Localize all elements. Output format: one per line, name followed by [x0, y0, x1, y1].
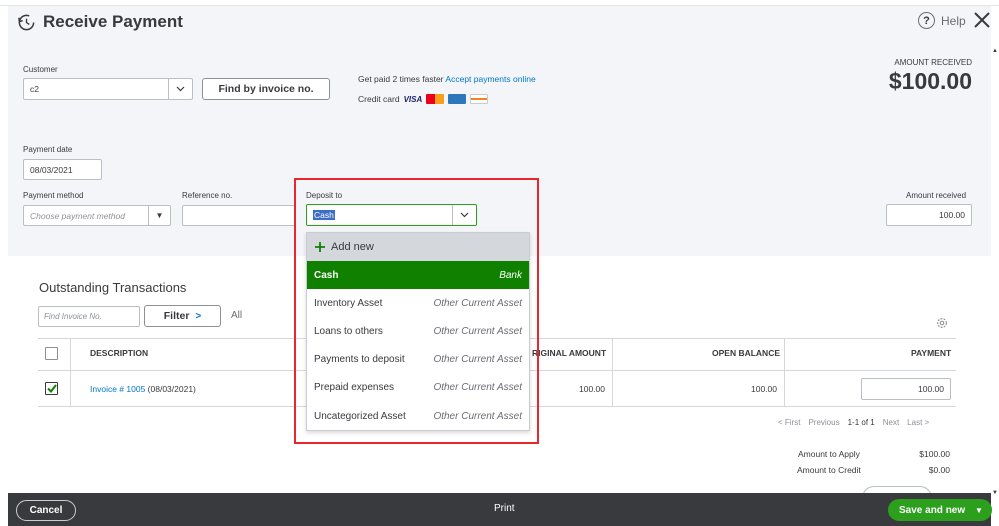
column-header-payment[interactable]: PAYMENT — [911, 348, 951, 358]
save-and-new-button[interactable]: Save and new ▼ — [888, 499, 992, 521]
account-type: Other Current Asset — [433, 297, 522, 309]
find-invoice-input[interactable]: Find Invoice No. — [38, 306, 140, 327]
invoice-date: (08/03/2021) — [147, 384, 196, 394]
account-list: Cash Bank Inventory Asset Other Current Ass… — [307, 261, 529, 430]
history-icon[interactable] — [17, 13, 36, 32]
gear-icon[interactable] — [935, 316, 949, 330]
account-name: Prepaid expenses — [314, 382, 395, 394]
account-type: Other Current Asset — [433, 354, 522, 366]
account-option[interactable]: Inventory Asset Other Current Asset — [307, 289, 529, 317]
table-row-open-balance: 100.00 — [751, 384, 777, 394]
column-divider — [70, 338, 71, 406]
customer-select[interactable]: c2 — [23, 78, 193, 100]
amount-to-apply-value: $100.00 — [919, 449, 950, 459]
account-name: Cash — [314, 269, 339, 281]
chevron-down-icon[interactable] — [168, 79, 192, 99]
pager-first[interactable]: < First — [778, 418, 800, 427]
payment-input[interactable]: 100.00 — [861, 378, 951, 400]
payment-method-select[interactable]: Choose payment method ▼ — [23, 205, 171, 226]
account-name: Inventory Asset — [314, 297, 383, 309]
amount-to-credit-label: Amount to Credit — [797, 465, 861, 475]
select-all-checkbox[interactable] — [45, 347, 58, 360]
account-type: Bank — [499, 269, 522, 281]
help-icon: ? — [918, 12, 935, 29]
reference-input[interactable] — [182, 205, 296, 226]
payment-method-label: Payment method — [23, 191, 84, 200]
credit-card-label: Credit card — [358, 94, 400, 104]
customer-label: Customer — [23, 65, 58, 74]
page-header: Receive Payment — [17, 12, 183, 32]
cancel-button[interactable]: Cancel — [16, 500, 76, 521]
account-name: Loans to others — [314, 325, 383, 337]
help-label: Help — [941, 13, 966, 28]
amount-received-label: Amount received — [906, 191, 967, 200]
pager-next[interactable]: Next — [883, 418, 899, 427]
column-header-description[interactable]: DESCRIPTION — [90, 348, 148, 358]
mastercard-icon — [426, 94, 445, 104]
outstanding-title: Outstanding Transactions — [39, 280, 187, 295]
payment-date-label: Payment date — [23, 145, 73, 154]
amount-received-input[interactable]: 100.00 — [886, 204, 972, 226]
page-title: Receive Payment — [43, 12, 183, 31]
amount-received-header-label: AMOUNT RECEIVED — [894, 58, 972, 67]
pager-range: 1-1 of 1 — [847, 418, 875, 427]
column-header-original-amount[interactable]: RIGINAL AMOUNT — [532, 348, 606, 358]
caret-down-icon[interactable]: ▼ — [148, 206, 170, 225]
getpaid-promo: Get paid 2 times faster Accept payments … — [358, 74, 536, 84]
getpaid-text: Get paid 2 times faster — [358, 74, 444, 84]
help-link[interactable]: ? Help — [918, 12, 966, 29]
scrollbar[interactable]: ▲ ▼ — [991, 48, 999, 496]
amount-to-credit-value: $0.00 — [928, 465, 950, 475]
account-type: Other Current Asset — [433, 382, 522, 394]
deposit-to-dropdown: Add new Cash Bank Inventory Asset Other Cur… — [306, 232, 530, 431]
invoice-link[interactable]: Invoice # 1005 — [90, 384, 145, 394]
account-name: Uncategorized Asset — [314, 410, 406, 422]
account-type: Other Current Asset — [433, 325, 522, 337]
reference-label: Reference no. — [182, 191, 233, 200]
plus-icon — [315, 242, 325, 252]
table-row-original-amount: 100.00 — [579, 384, 605, 394]
credit-card-row: Credit card VISA — [358, 94, 489, 104]
column-divider — [612, 338, 613, 406]
discover-icon — [470, 94, 489, 104]
print-button[interactable]: Print — [494, 503, 515, 514]
pager-previous[interactable]: Previous — [808, 418, 839, 427]
caret-down-icon[interactable]: ▼ — [971, 506, 983, 515]
pager: < First Previous 1-1 of 1 Next Last > — [778, 418, 929, 427]
account-option[interactable]: Cash Bank — [307, 261, 529, 290]
customer-value: c2 — [30, 84, 39, 94]
payment-method-placeholder: Choose payment method — [30, 210, 125, 221]
payment-date-input[interactable]: 08/03/2021 — [23, 159, 102, 180]
save-and-new-label: Save and new — [899, 504, 966, 516]
filter-button[interactable]: Filter > — [144, 305, 221, 327]
pager-last[interactable]: Last > — [907, 418, 929, 427]
checkmark-icon — [46, 384, 57, 393]
add-new-label: Add new — [331, 241, 374, 253]
scroll-down-icon[interactable]: ▼ — [992, 490, 998, 496]
add-new-item[interactable]: Add new — [307, 233, 529, 261]
find-by-invoice-button[interactable]: Find by invoice no. — [202, 78, 330, 100]
close-icon[interactable] — [972, 10, 992, 30]
visa-logo: VISA — [403, 94, 423, 104]
filter-all-label: All — [231, 310, 243, 321]
scroll-up-icon[interactable]: ▲ — [992, 48, 998, 54]
amex-icon — [448, 94, 467, 104]
column-divider — [784, 338, 785, 406]
column-header-open-balance[interactable]: OPEN BALANCE — [712, 348, 780, 358]
amount-to-apply-label: Amount to Apply — [798, 449, 860, 459]
filter-label: Filter — [163, 310, 190, 322]
account-option[interactable]: Payments to deposit Other Current Asset — [307, 346, 529, 374]
row-checkbox[interactable] — [45, 382, 58, 395]
amount-received-total: $100.00 — [888, 68, 972, 94]
chevron-right-icon: > — [195, 310, 202, 322]
account-option[interactable]: Prepaid expenses Other Current Asset — [307, 374, 529, 402]
account-option[interactable]: Loans to others Other Current Asset — [307, 317, 529, 345]
account-option[interactable]: Uncategorized Asset Other Current Asset — [307, 402, 529, 430]
accept-payments-link[interactable]: Accept payments online — [445, 74, 535, 84]
account-type: Other Current Asset — [433, 410, 522, 422]
account-name: Payments to deposit — [314, 354, 405, 366]
table-row-description: Invoice # 1005 (08/03/2021) — [90, 384, 196, 394]
